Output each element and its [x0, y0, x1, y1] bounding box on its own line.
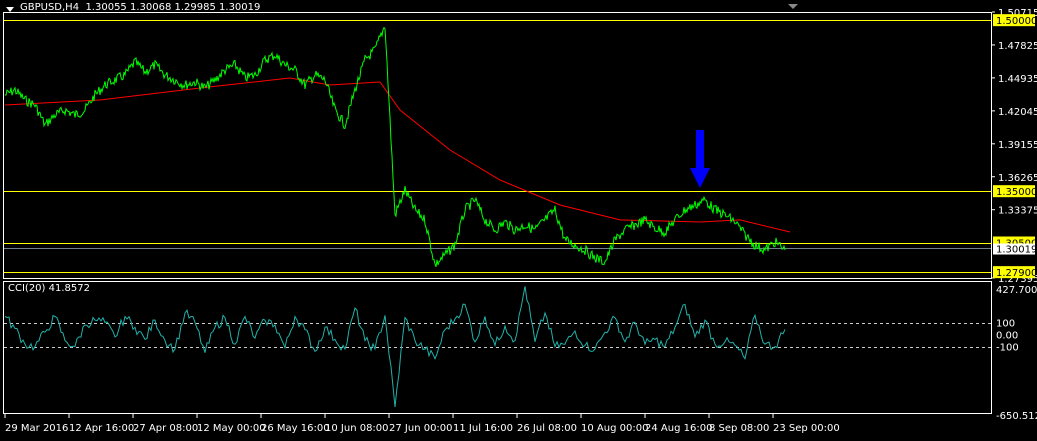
chart-canvas[interactable]: 1.507151.478251.449351.420451.391551.362…: [0, 0, 1037, 441]
cci-series: [4, 286, 786, 407]
price-tick: 1.47825: [998, 41, 1037, 52]
time-tick: 26 Jul 08:00: [517, 423, 577, 434]
down-arrow-icon[interactable]: [690, 130, 710, 188]
cci-scale-label: -650.5122: [996, 411, 1037, 422]
price-tick: 1.42045: [998, 107, 1037, 118]
current-price-label: 1.30019: [996, 245, 1037, 256]
price-tick: 1.39155: [998, 140, 1037, 151]
time-tick: 24 Aug 16:00: [645, 423, 712, 434]
cci-level-label: 0.00: [996, 331, 1018, 342]
time-tick: 10 Jun 08:00: [325, 423, 389, 434]
cci-level-label: 100: [996, 319, 1015, 330]
time-tick: 26 May 16:00: [261, 423, 330, 434]
hline-price-label: 1.50000: [996, 16, 1037, 27]
time-tick: 12 Apr 16:00: [69, 423, 134, 434]
time-tick: 23 Sep 00:00: [773, 423, 840, 434]
price-tick: 1.36265: [998, 173, 1037, 184]
hline-price-label: 1.35000: [996, 187, 1037, 198]
time-tick: 10 Aug 00:00: [581, 423, 648, 434]
chart-title: GBPUSD,H4 1.30055 1.30068 1.29985 1.3001…: [20, 2, 260, 13]
price-tick: 1.44935: [998, 74, 1037, 85]
moving-average-line: [4, 77, 791, 233]
symbol-label: GBPUSD,H4: [20, 2, 80, 13]
price-series: [4, 26, 786, 268]
cci-label: CCI(20) 41.8572: [8, 283, 90, 294]
chart-shift-marker[interactable]: [788, 4, 798, 9]
time-tick: 12 May 00:00: [197, 423, 266, 434]
main-pane-frame: [3, 12, 992, 279]
ohlc-values: 1.30055 1.30068 1.29985 1.30019: [85, 2, 261, 13]
price-tick: 1.33375: [998, 206, 1037, 217]
cci-scale-label: 427.7008: [996, 285, 1037, 296]
chart-window[interactable]: 1.50715 1.47825 1.44935 1.42045 1.39155 1.362…: [0, 0, 1037, 441]
dropdown-triangle-icon[interactable]: [6, 7, 14, 12]
hline-price-label: 1.27900: [996, 268, 1037, 279]
time-tick: 29 Mar 2016: [5, 423, 68, 434]
time-tick: 8 Sep 08:00: [709, 423, 769, 434]
time-tick: 27 Apr 08:00: [133, 423, 198, 434]
time-tick: 11 Jul 16:00: [453, 423, 513, 434]
cci-level-label: -100: [996, 343, 1019, 354]
time-tick: 27 Jun 00:00: [389, 423, 453, 434]
